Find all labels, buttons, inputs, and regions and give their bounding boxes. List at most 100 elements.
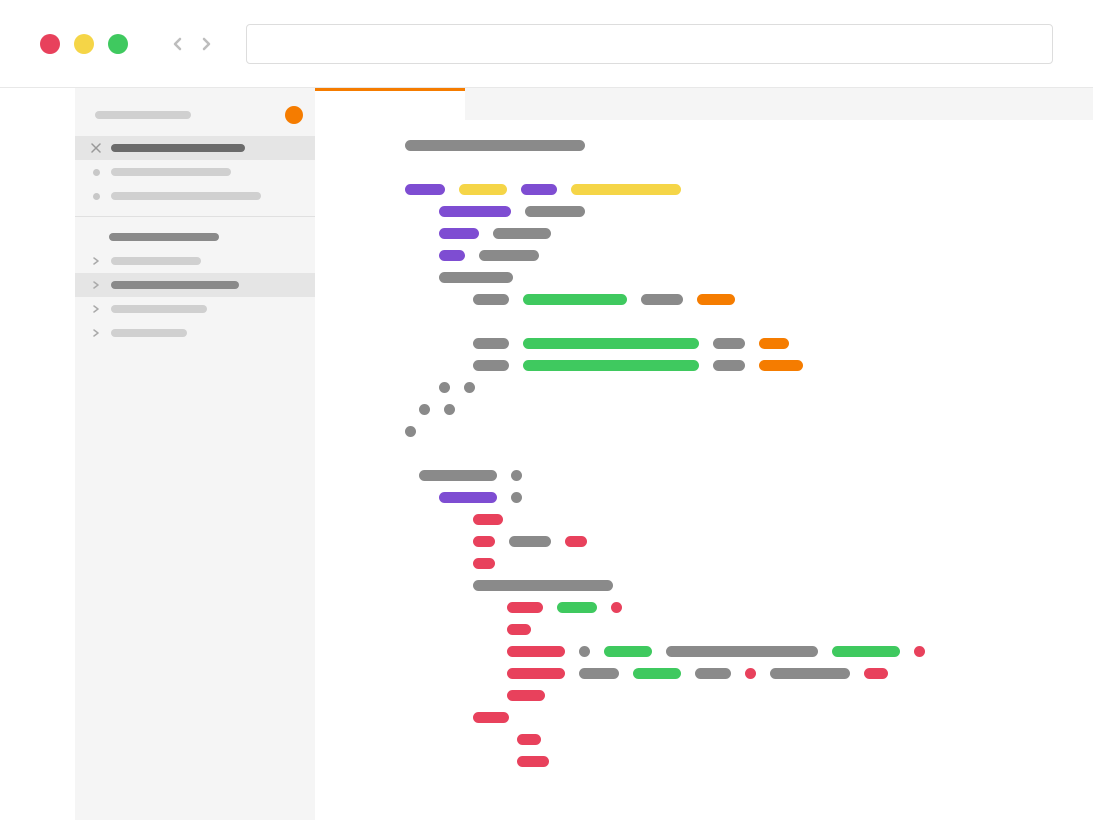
code-line bbox=[391, 574, 1045, 596]
address-bar[interactable] bbox=[246, 24, 1053, 64]
title-bar bbox=[0, 0, 1093, 88]
code-line bbox=[391, 706, 1045, 728]
code-line bbox=[391, 266, 1045, 288]
code-line bbox=[391, 244, 1045, 266]
code-line bbox=[391, 684, 1045, 706]
code-token bbox=[473, 580, 613, 591]
code-token bbox=[439, 250, 465, 261]
code-token bbox=[759, 360, 803, 371]
code-token bbox=[523, 338, 699, 349]
code-token bbox=[405, 140, 585, 151]
code-line bbox=[391, 552, 1045, 574]
code-token bbox=[523, 360, 699, 371]
code-token bbox=[511, 492, 522, 503]
explorer-item[interactable] bbox=[75, 297, 315, 321]
active-tab[interactable] bbox=[315, 88, 465, 120]
code-token bbox=[759, 338, 789, 349]
bullet-icon bbox=[91, 191, 101, 201]
code-line bbox=[391, 376, 1045, 398]
code-token bbox=[439, 228, 479, 239]
code-line bbox=[391, 420, 1045, 442]
code-token bbox=[507, 624, 531, 635]
code-token bbox=[405, 426, 416, 437]
close-window-button[interactable] bbox=[40, 34, 60, 54]
code-token bbox=[444, 404, 455, 415]
code-token bbox=[565, 536, 587, 547]
code-line bbox=[391, 640, 1045, 662]
open-editor-label bbox=[111, 192, 261, 200]
code-token bbox=[697, 294, 735, 305]
code-line bbox=[391, 134, 1045, 156]
code-token bbox=[511, 470, 522, 481]
code-token bbox=[579, 646, 590, 657]
chevron-right-icon bbox=[91, 256, 101, 266]
code-token bbox=[509, 536, 551, 547]
code-line bbox=[405, 398, 1045, 420]
code-token bbox=[419, 404, 430, 415]
code-line bbox=[391, 354, 1045, 376]
code-token bbox=[439, 382, 450, 393]
sidebar-separator bbox=[75, 216, 315, 217]
code-token bbox=[419, 470, 497, 481]
main-area bbox=[0, 88, 1093, 820]
back-button[interactable] bbox=[170, 36, 186, 52]
code-line bbox=[391, 178, 1045, 200]
explorer-item[interactable] bbox=[75, 249, 315, 273]
close-icon bbox=[91, 143, 101, 153]
open-editor-label bbox=[111, 144, 245, 152]
code-token bbox=[713, 360, 745, 371]
sidebar-header bbox=[75, 102, 315, 134]
code-token bbox=[914, 646, 925, 657]
editor-area bbox=[315, 88, 1093, 820]
code-token bbox=[770, 668, 850, 679]
open-editor-item[interactable] bbox=[75, 160, 315, 184]
code-token bbox=[473, 514, 503, 525]
open-editors-section bbox=[75, 134, 315, 210]
explorer-label bbox=[111, 257, 201, 265]
chevron-right-icon bbox=[91, 304, 101, 314]
code-line bbox=[391, 310, 1045, 332]
code-token bbox=[473, 558, 495, 569]
explorer-item[interactable] bbox=[75, 273, 315, 297]
forward-button[interactable] bbox=[198, 36, 214, 52]
open-editor-item[interactable] bbox=[75, 184, 315, 208]
maximize-window-button[interactable] bbox=[108, 34, 128, 54]
explorer-label bbox=[111, 329, 187, 337]
code-token bbox=[633, 668, 681, 679]
code-token bbox=[439, 492, 497, 503]
code-token bbox=[507, 690, 545, 701]
sidebar-title bbox=[95, 111, 191, 119]
code-line bbox=[391, 618, 1045, 640]
code-token bbox=[507, 602, 543, 613]
code-line bbox=[391, 530, 1045, 552]
explorer-item[interactable] bbox=[75, 321, 315, 345]
code-line bbox=[391, 508, 1045, 530]
code-token bbox=[579, 668, 619, 679]
code-token bbox=[745, 668, 756, 679]
code-editor[interactable] bbox=[315, 120, 1093, 820]
code-token bbox=[493, 228, 551, 239]
explorer-header[interactable] bbox=[75, 223, 315, 247]
nav-arrows bbox=[170, 36, 214, 52]
code-line bbox=[391, 200, 1045, 222]
code-token bbox=[611, 602, 622, 613]
minimize-window-button[interactable] bbox=[74, 34, 94, 54]
code-line bbox=[391, 662, 1045, 684]
code-token bbox=[521, 184, 557, 195]
code-line bbox=[391, 156, 1045, 178]
explorer-label bbox=[111, 281, 239, 289]
code-line bbox=[391, 486, 1045, 508]
traffic-lights bbox=[40, 34, 128, 54]
code-token bbox=[832, 646, 900, 657]
code-token bbox=[604, 646, 652, 657]
code-token bbox=[473, 536, 495, 547]
code-token bbox=[473, 338, 509, 349]
code-token bbox=[517, 734, 541, 745]
code-line bbox=[391, 332, 1045, 354]
code-token bbox=[525, 206, 585, 217]
chevron-right-icon bbox=[91, 328, 101, 338]
open-editor-item[interactable] bbox=[75, 136, 315, 160]
code-line bbox=[391, 442, 1045, 464]
code-token bbox=[439, 272, 513, 283]
code-line bbox=[391, 288, 1045, 310]
